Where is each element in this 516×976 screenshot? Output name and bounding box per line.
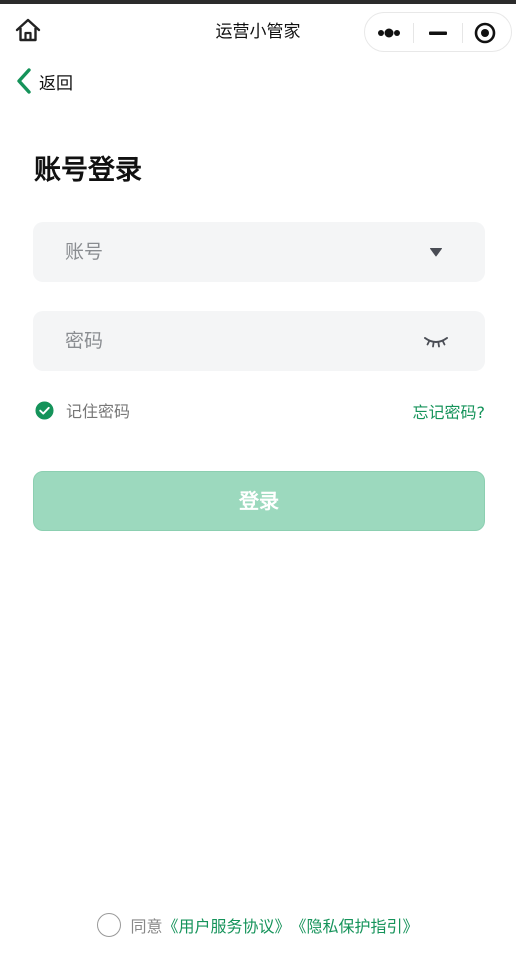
- remember-password-checkbox[interactable]: 记住密码: [35, 398, 130, 422]
- login-button[interactable]: 登录: [33, 471, 485, 531]
- privacy-link[interactable]: 《隐私保护指引》: [291, 913, 419, 937]
- minimize-icon: [429, 31, 447, 35]
- back-label: 返回: [39, 73, 73, 94]
- chevron-left-icon: [17, 68, 31, 94]
- remember-password-label: 记住密码: [66, 402, 131, 421]
- check-circle-icon: [35, 400, 54, 420]
- caret-down-icon[interactable]: [429, 246, 443, 258]
- account-field: [33, 222, 485, 282]
- agreement-radio[interactable]: [97, 913, 122, 937]
- agreement-prefix: 同意: [130, 917, 163, 936]
- more-dots-icon: [378, 28, 400, 38]
- forgot-password-link[interactable]: 忘记密码?: [413, 399, 486, 423]
- navigation-bar: 运营小管家: [0, 4, 516, 54]
- more-button[interactable]: [365, 13, 413, 53]
- password-field: [33, 311, 485, 371]
- page-title: 账号登录: [34, 155, 142, 186]
- eye-closed-icon[interactable]: [423, 333, 449, 349]
- agreement-row: 同意 《用户服务协议》 《隐私保护指引》: [0, 913, 516, 937]
- record-target-icon: [474, 22, 496, 44]
- password-input[interactable]: [65, 311, 405, 371]
- terms-link[interactable]: 《用户服务协议》: [162, 913, 290, 937]
- account-input[interactable]: [65, 222, 405, 282]
- back-button[interactable]: 返回: [14, 66, 73, 96]
- minimize-button[interactable]: [414, 13, 462, 53]
- mini-program-capsule: [364, 12, 512, 52]
- close-button[interactable]: [463, 13, 511, 53]
